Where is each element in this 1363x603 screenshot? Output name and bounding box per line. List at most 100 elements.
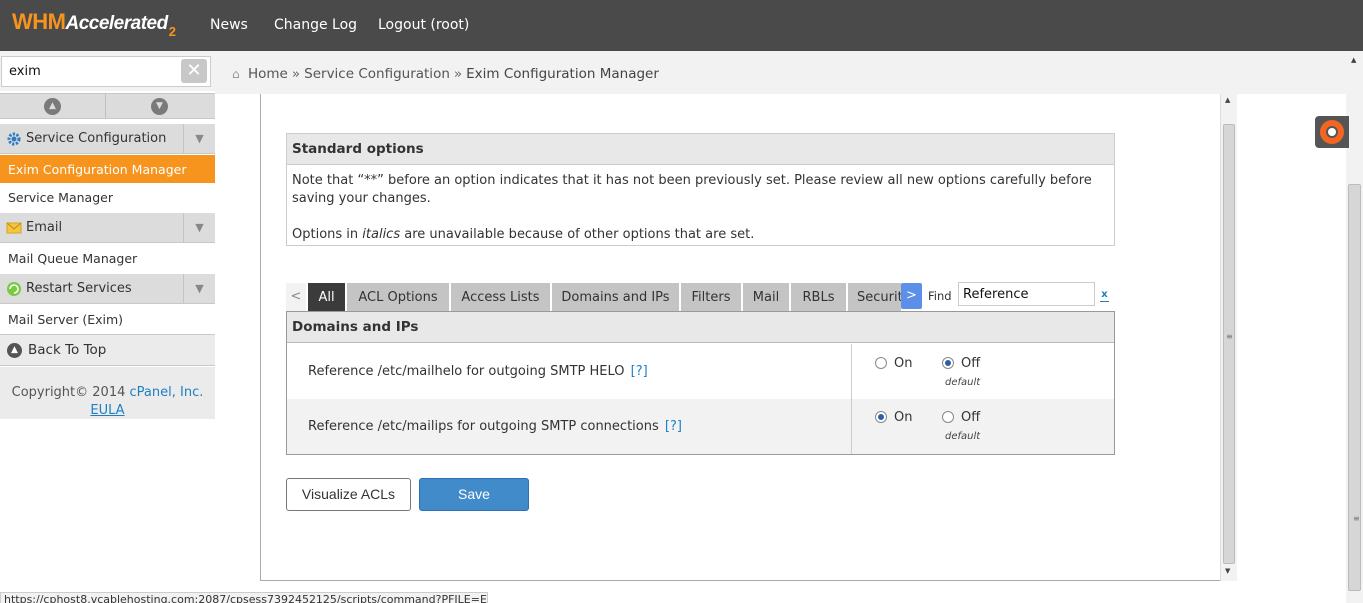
table-row: Reference /etc/mailhelo for outgoing SMT… — [287, 344, 1114, 399]
scroll-down-icon[interactable]: ▼ — [1225, 567, 1230, 575]
tab-all[interactable]: All — [308, 283, 345, 311]
visualize-acls-button[interactable]: Visualize ACLs — [286, 478, 411, 511]
help-link[interactable]: [?] — [631, 364, 648, 379]
sidebar: ✕ ▲ ▼ Service Configuration ▼ Exim Confi… — [0, 51, 215, 603]
sidebar-section-label: Service Configuration — [26, 131, 167, 146]
default-indicator: default — [945, 431, 981, 442]
chevron-down-icon[interactable]: ▼ — [183, 124, 215, 153]
breadcrumb: ⌂ Home» Service Configuration» Exim Configu… — [232, 66, 659, 82]
nav-logout[interactable]: Logout (root) — [378, 17, 469, 33]
option-on-radio[interactable] — [875, 411, 887, 423]
scrollbar-thumb[interactable]: ≡ — [1223, 124, 1235, 564]
eula-link[interactable]: EULA — [90, 403, 124, 418]
scroll-up-icon[interactable]: ▲ — [1225, 96, 1230, 104]
find-input[interactable] — [958, 282, 1095, 306]
tab-scroll-prev[interactable]: < — [286, 283, 306, 311]
sidebar-section-email[interactable]: Email ▼ — [0, 213, 215, 243]
whm-logo[interactable]: WHMAccelerated2 — [12, 9, 176, 43]
option-on-radio[interactable] — [875, 357, 887, 369]
options-table: Domains and IPs Reference /etc/mailhelo … — [286, 311, 1115, 455]
find-label: Find — [928, 289, 952, 303]
back-to-top-link[interactable]: ▲ Back To Top — [0, 334, 215, 366]
breadcrumb-bar: ⌂ Home» Service Configuration» Exim Configu… — [215, 51, 1363, 94]
option-off-label: Off — [961, 410, 981, 425]
table-row: Reference /etc/mailips for outgoing SMTP… — [287, 399, 1114, 454]
breadcrumb-service-configuration[interactable]: Service Configuration — [304, 66, 450, 82]
tab-filters[interactable]: Filters — [681, 283, 741, 311]
italics-note-suffix: are unavailable because of other options… — [400, 227, 755, 242]
logo-whm-text: WHM — [12, 9, 66, 34]
italics-note-prefix: Options in — [292, 227, 363, 242]
breadcrumb-separator: » — [291, 66, 301, 82]
breadcrumb-current-page: Exim Configuration Manager — [466, 66, 659, 82]
tab-rbls[interactable]: RBLs — [791, 283, 846, 311]
sidebar-search: ✕ — [0, 51, 215, 91]
sidebar-collapse-controls: ▲ ▼ — [0, 93, 215, 119]
tab-scroll-next[interactable]: > — [901, 283, 922, 309]
collapse-all-icon[interactable]: ▼ — [151, 98, 168, 115]
sidebar-item-exim-configuration-manager[interactable]: Exim Configuration Manager — [0, 155, 215, 183]
scroll-up-icon[interactable]: ▲ — [1351, 56, 1356, 64]
option-on-label: On — [894, 410, 913, 425]
sidebar-section-restart-services[interactable]: Restart Services ▼ — [0, 274, 215, 304]
status-bar-url: https://cphost8.vcablehosting.com:2087/c… — [0, 592, 488, 603]
clear-search-icon[interactable]: ✕ — [181, 59, 207, 83]
top-bar: WHMAccelerated2 News Change Log Logout (… — [0, 0, 1363, 51]
option-label-text: Reference /etc/mailhelo for outgoing SMT… — [308, 364, 625, 379]
sidebar-search-input[interactable] — [1, 56, 211, 87]
whm-app: WHMAccelerated2 News Change Log Logout (… — [0, 0, 1363, 603]
option-tabs: < All ACL Options Access Lists Domains a… — [286, 282, 1116, 311]
breadcrumb-home[interactable]: Home — [248, 66, 288, 82]
sidebar-item-service-manager[interactable]: Service Manager — [0, 183, 215, 211]
help-lifebuoy-button[interactable] — [1315, 116, 1349, 148]
refresh-icon — [7, 282, 21, 296]
option-label: Reference /etc/mailips for outgoing SMTP… — [308, 419, 682, 434]
tab-access-lists[interactable]: Access Lists — [451, 283, 550, 311]
italics-word: italics — [362, 227, 401, 242]
divider — [851, 344, 852, 399]
envelope-icon — [6, 222, 22, 234]
options-table-title: Domains and IPs — [287, 312, 1114, 343]
help-link[interactable]: [?] — [665, 419, 682, 434]
nav-news[interactable]: News — [210, 17, 248, 33]
tab-acl-options[interactable]: ACL Options — [347, 283, 449, 311]
standard-options-note: Note that “**” before an option indicate… — [292, 173, 1092, 206]
save-button[interactable]: Save — [419, 478, 529, 511]
sidebar-item-mail-queue-manager[interactable]: Mail Queue Manager — [0, 244, 215, 272]
chevron-down-icon[interactable]: ▼ — [183, 213, 215, 242]
sidebar-section-label: Restart Services — [26, 281, 132, 296]
tab-domains-and-ips[interactable]: Domains and IPs — [552, 283, 679, 311]
option-off-label: Off — [961, 356, 981, 371]
breadcrumb-separator: » — [453, 66, 463, 82]
sidebar-item-mail-server-exim[interactable]: Mail Server (Exim) — [0, 305, 215, 333]
tab-security[interactable]: Securit — [848, 283, 901, 311]
option-on-label: On — [894, 356, 913, 371]
option-off-radio[interactable] — [942, 411, 954, 423]
nav-change-log[interactable]: Change Log — [274, 17, 357, 33]
home-icon[interactable]: ⌂ — [232, 67, 246, 81]
content-scrollbar[interactable]: ▲ ≡ ▼ — [1220, 94, 1237, 581]
logo-version: 2 — [168, 24, 176, 39]
copyright: Copyright© 2014 cPanel, Inc. EULA — [0, 367, 215, 419]
clear-find-link[interactable]: x — [1100, 289, 1109, 302]
tab-mail[interactable]: Mail — [743, 283, 789, 311]
logo-accelerated-text: Accelerated — [65, 13, 168, 34]
back-to-top-label: Back To Top — [28, 342, 107, 358]
default-indicator: default — [945, 377, 981, 388]
scrollbar-thumb[interactable]: ≡ — [1348, 184, 1361, 591]
sidebar-section-service-configuration[interactable]: Service Configuration ▼ — [0, 124, 215, 154]
expand-all-icon[interactable]: ▲ — [44, 98, 61, 115]
option-label: Reference /etc/mailhelo for outgoing SMT… — [308, 364, 648, 379]
option-off-radio[interactable] — [942, 357, 954, 369]
sidebar-section-label: Email — [26, 220, 63, 235]
divider — [105, 94, 106, 118]
chevron-down-icon[interactable]: ▼ — [183, 274, 215, 303]
cpanel-link[interactable]: cPanel, Inc. — [130, 385, 204, 400]
lifebuoy-icon — [1320, 120, 1344, 144]
standard-options-panel: Standard options Note that “**” before a… — [286, 133, 1115, 246]
lifebuoy-center — [1328, 128, 1336, 136]
gear-icon — [7, 132, 21, 146]
italics-note: Options in italics are unavailable becau… — [292, 226, 1107, 244]
grip-icon: ≡ — [1353, 514, 1360, 523]
divider — [851, 399, 852, 454]
